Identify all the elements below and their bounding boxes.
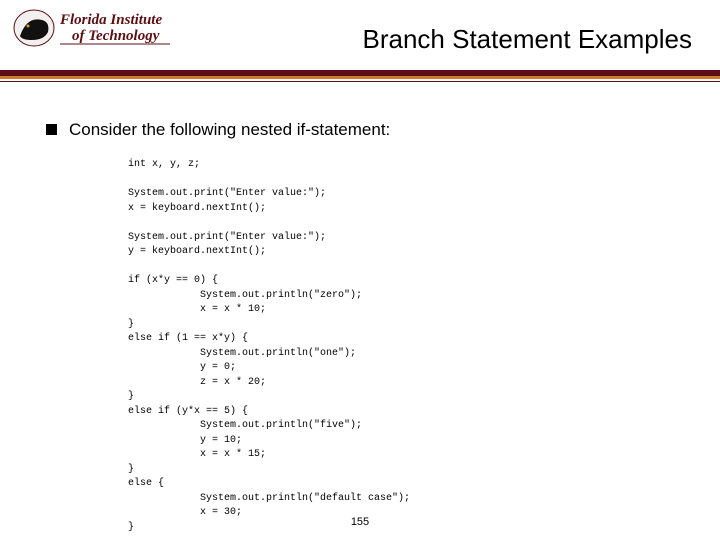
- header-divider: [0, 70, 720, 86]
- bullet-square-icon: [46, 124, 57, 135]
- page-number: 155: [0, 516, 720, 528]
- slide-content: Consider the following nested if-stateme…: [46, 120, 700, 535]
- slide-header: Florida Institute of Technology Branch S…: [0, 0, 720, 80]
- logo-text-top: Florida Institute: [59, 12, 162, 28]
- code-block: int x, y, z; System.out.print("Enter val…: [128, 158, 700, 535]
- bullet-item: Consider the following nested if-stateme…: [46, 120, 700, 140]
- bullet-text: Consider the following nested if-stateme…: [69, 120, 390, 140]
- slide-title: Branch Statement Examples: [363, 24, 693, 55]
- logo-text-bottom: of Technology: [72, 28, 160, 44]
- institution-logo: Florida Institute of Technology: [12, 6, 172, 56]
